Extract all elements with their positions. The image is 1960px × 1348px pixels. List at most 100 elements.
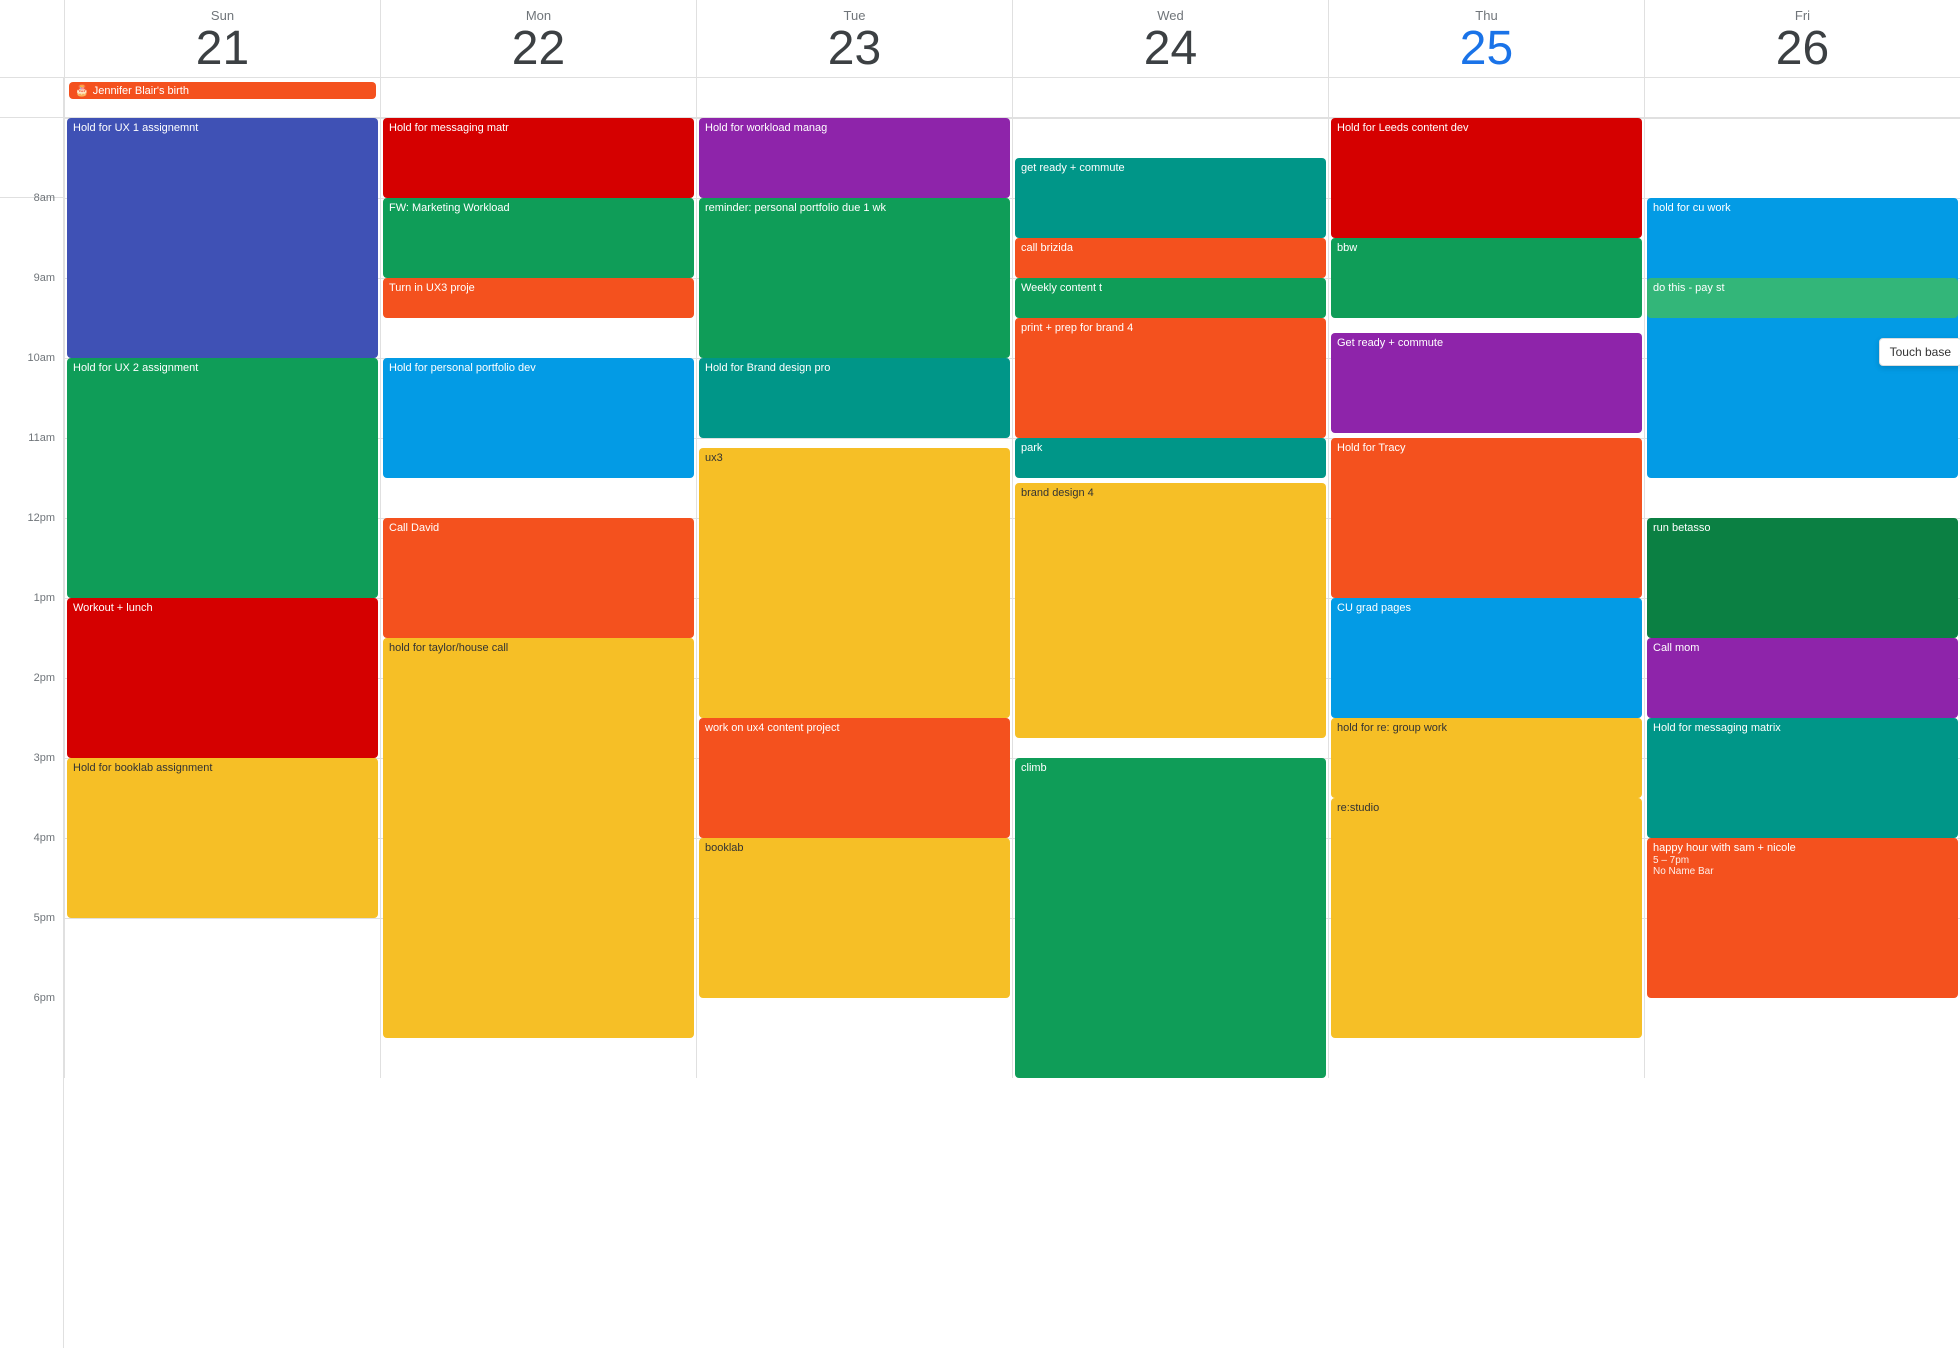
event-title: Hold for personal portfolio dev [389, 361, 688, 375]
all-day-cell-fri [1644, 78, 1960, 117]
time-label-3pm: 3pm [0, 752, 63, 832]
event-sun-0[interactable]: Hold for UX 1 assignemnt [67, 118, 378, 358]
event-title: Hold for UX 1 assignemnt [73, 121, 372, 135]
event-title: climb [1021, 761, 1320, 775]
event-title: Hold for Leeds content dev [1337, 121, 1636, 135]
day-name: Thu [1333, 8, 1640, 23]
day-name: Wed [1017, 8, 1324, 23]
event-wed-0[interactable]: get ready + commute [1015, 158, 1326, 238]
event-mon-4[interactable]: Call David [383, 518, 694, 638]
event-wed-1[interactable]: call brizida [1015, 238, 1326, 278]
all-day-cell-wed [1012, 78, 1328, 117]
event-thu-4[interactable]: CU grad pages [1331, 598, 1642, 718]
event-wed-5[interactable]: brand design 4 [1015, 483, 1326, 738]
day-number: 21 [69, 25, 376, 73]
event-title: Hold for workload manag [705, 121, 1004, 135]
event-title: Hold for messaging matr [389, 121, 688, 135]
time-label-10am: 10am [0, 352, 63, 432]
all-day-cell-sun: 🎂 Jennifer Blair's birth [64, 78, 380, 117]
event-title: work on ux4 content project [705, 721, 1004, 735]
event-title: Workout + lunch [73, 601, 372, 615]
event-time: 5 – 7pm [1653, 855, 1952, 866]
event-title: Call David [389, 521, 688, 535]
event-title: Call mom [1653, 641, 1952, 655]
touch-base-popup[interactable]: Touch base [1879, 338, 1960, 366]
gmt-header-spacer [0, 0, 64, 77]
event-thu-2[interactable]: Get ready + commute [1331, 333, 1642, 433]
event-title: Turn in UX3 proje [389, 281, 688, 295]
event-fri-5[interactable]: happy hour with sam + nicole5 – 7pmNo Na… [1647, 838, 1958, 998]
event-mon-2[interactable]: Turn in UX3 proje [383, 278, 694, 318]
day-header-thu: Thu 25 [1328, 0, 1644, 77]
all-day-row: 🎂 Jennifer Blair's birth [0, 78, 1960, 118]
event-extra-info: No Name Bar [1653, 866, 1952, 877]
time-grid: 8am9am10am11am12pm1pm2pm3pm4pm5pm6pm Hol… [0, 118, 1960, 1348]
time-label-6pm: 6pm [0, 992, 63, 1072]
event-mon-3[interactable]: Hold for personal portfolio dev [383, 358, 694, 478]
time-label-9am: 9am [0, 272, 63, 352]
birthday-event[interactable]: 🎂 Jennifer Blair's birth [69, 82, 376, 99]
event-title: brand design 4 [1021, 486, 1320, 500]
event-tue-1[interactable]: reminder: personal portfolio due 1 wk [699, 198, 1010, 358]
event-title: Hold for booklab assignment [73, 761, 372, 775]
event-wed-3[interactable]: print + prep for brand 4 [1015, 318, 1326, 438]
event-title: run betasso [1653, 521, 1952, 535]
event-fri-4[interactable]: Hold for messaging matrix [1647, 718, 1958, 838]
event-thu-1[interactable]: bbw [1331, 238, 1642, 318]
event-thu-6[interactable]: re:studio [1331, 798, 1642, 1038]
event-fri-1[interactable]: do this - pay st [1647, 278, 1958, 318]
day-header-tue: Tue 23 [696, 0, 1012, 77]
day-header-fri: Fri 26 [1644, 0, 1960, 77]
event-tue-4[interactable]: work on ux4 content project [699, 718, 1010, 838]
hour-line-8am [1645, 118, 1960, 119]
event-thu-3[interactable]: Hold for Tracy [1331, 438, 1642, 598]
event-sun-2[interactable]: Workout + lunch [67, 598, 378, 758]
event-mon-5[interactable]: hold for taylor/house call [383, 638, 694, 1038]
event-title: re:studio [1337, 801, 1636, 815]
event-tue-2[interactable]: Hold for Brand design pro [699, 358, 1010, 438]
day-column-wed: get ready + commute call brizida Weekly co… [1012, 118, 1328, 1078]
event-mon-0[interactable]: Hold for messaging matr [383, 118, 694, 198]
day-column-sun: Hold for UX 1 assignemnt Hold for UX 2 as… [64, 118, 380, 1078]
event-sun-3[interactable]: Hold for booklab assignment [67, 758, 378, 918]
calendar: Sun 21 Mon 22 Tue 23 Wed 24 Thu 25 Fri 2… [0, 0, 1960, 1348]
day-headers-row: Sun 21 Mon 22 Tue 23 Wed 24 Thu 25 Fri 2… [0, 0, 1960, 78]
event-tue-5[interactable]: booklab [699, 838, 1010, 998]
event-wed-2[interactable]: Weekly content t [1015, 278, 1326, 318]
cake-icon: 🎂 [75, 84, 89, 97]
event-title: booklab [705, 841, 1004, 855]
day-header-mon: Mon 22 [380, 0, 696, 77]
event-title: happy hour with sam + nicole [1653, 841, 1952, 855]
event-sun-1[interactable]: Hold for UX 2 assignment [67, 358, 378, 598]
event-title: call brizida [1021, 241, 1320, 255]
event-thu-5[interactable]: hold for re: group work [1331, 718, 1642, 798]
hour-line-8am [1013, 118, 1328, 119]
day-name: Sun [69, 8, 376, 23]
day-name: Mon [385, 8, 692, 23]
event-title: Hold for Brand design pro [705, 361, 1004, 375]
event-tue-0[interactable]: Hold for workload manag [699, 118, 1010, 198]
day-column-fri: hold for cu work do this - pay st run beta… [1644, 118, 1960, 1078]
time-label-1pm: 1pm [0, 592, 63, 672]
event-title: hold for taylor/house call [389, 641, 688, 655]
day-column-tue: Hold for workload manag reminder: persona… [696, 118, 1012, 1078]
event-title: Get ready + commute [1337, 336, 1636, 350]
event-thu-0[interactable]: Hold for Leeds content dev [1331, 118, 1642, 238]
event-mon-1[interactable]: FW: Marketing Workload [383, 198, 694, 278]
birthday-label: Jennifer Blair's birth [93, 85, 189, 97]
day-number: 24 [1017, 25, 1324, 73]
event-tue-3[interactable]: ux3 [699, 448, 1010, 718]
event-fri-3[interactable]: Call mom [1647, 638, 1958, 718]
hour-line-12pm [697, 438, 1012, 439]
event-wed-6[interactable]: climb [1015, 758, 1326, 1078]
event-title: print + prep for brand 4 [1021, 321, 1320, 335]
day-number: 26 [1649, 25, 1956, 73]
event-title: hold for cu work [1653, 201, 1952, 215]
day-number: 23 [701, 25, 1008, 73]
time-gutter: 8am9am10am11am12pm1pm2pm3pm4pm5pm6pm [0, 118, 64, 1348]
day-header-sun: Sun 21 [64, 0, 380, 77]
event-wed-4[interactable]: park [1015, 438, 1326, 478]
day-number: 25 [1333, 25, 1640, 73]
event-fri-2[interactable]: run betasso [1647, 518, 1958, 638]
event-title: hold for re: group work [1337, 721, 1636, 735]
